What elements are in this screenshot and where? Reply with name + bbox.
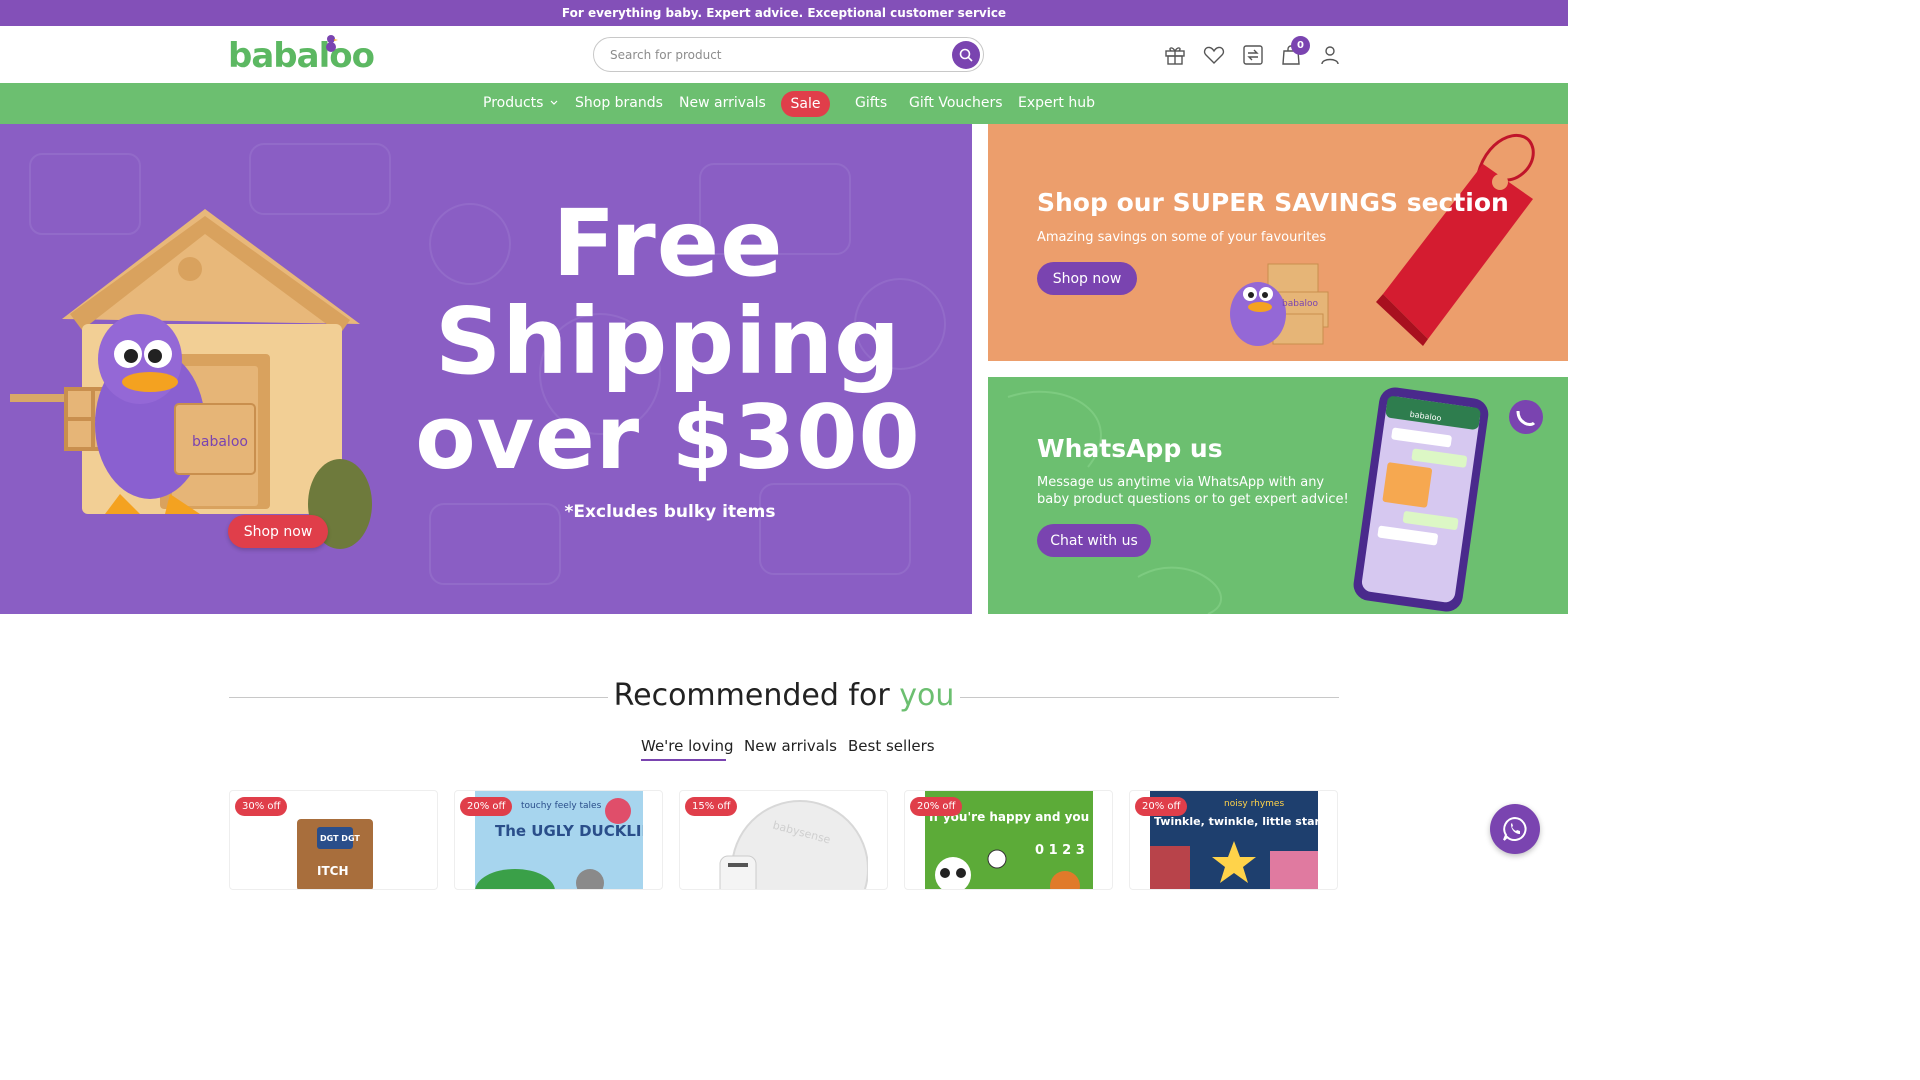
tab-new-arrivals[interactable]: New arrivals (744, 737, 837, 755)
divider-right (960, 697, 1339, 698)
whatsapp-chat-button[interactable] (1490, 804, 1540, 854)
whatsapp-subtitle: Message us anytime via WhatsApp with any… (1037, 475, 1349, 507)
discount-badge: 15% off (685, 797, 738, 816)
savings-shop-now-button[interactable]: Shop now (1037, 262, 1137, 295)
discount-badge: 20% off (910, 797, 963, 816)
box-label: babaloo (192, 434, 248, 450)
cart-count-badge: 0 (1291, 36, 1310, 55)
hero-shop-now-button[interactable]: Shop now (228, 515, 328, 548)
chevron-down-icon (550, 100, 558, 105)
hero-footnote: *Excludes bulky items (564, 502, 776, 522)
whatsapp-title: WhatsApp us (1037, 434, 1223, 463)
search-input[interactable] (610, 46, 930, 64)
whatsapp-icon (1503, 816, 1527, 841)
product-art-text: Twinkle, twinkle, little star (1154, 815, 1318, 828)
product-art-text: The UGLY DUCKLING (495, 822, 643, 840)
recommended-heading-main: Recommended for (613, 678, 890, 713)
hero-headline-line3: over $300 (415, 386, 921, 489)
discount-badge: 20% off (1135, 797, 1188, 816)
nav-gift-vouchers[interactable]: Gift Vouchers (909, 95, 1003, 111)
whatsapp-banner[interactable]: babaloo WhatsApp us Message us anytime v… (988, 377, 1568, 614)
free-shipping-banner[interactable]: babaloo Free Shipping over $300 *Exclude… (0, 124, 972, 614)
product-series-text: touchy feely tales (521, 801, 602, 811)
hero-headline-line2: Shipping (435, 288, 901, 395)
main-nav: Products Shop brands New arrivals Sale G… (0, 83, 1568, 124)
nav-gifts[interactable]: Gifts (855, 95, 887, 111)
product-art-text: ITCH (317, 864, 349, 878)
logo-bird-icon (326, 35, 338, 52)
nav-shop-brands[interactable]: Shop brands (575, 95, 663, 111)
search-button[interactable] (952, 41, 980, 69)
nav-sale[interactable]: Sale (781, 91, 830, 117)
product-brand-text: DGT DGT (320, 834, 360, 843)
recommended-heading: Recommended for you (608, 678, 960, 713)
chat-with-us-button[interactable]: Chat with us (1037, 524, 1151, 557)
savings-title: Shop our SUPER SAVINGS section (1037, 188, 1509, 217)
box-label: babaloo (1282, 299, 1318, 309)
heart-icon[interactable] (1202, 43, 1226, 67)
search-bar (593, 37, 984, 72)
nav-new-arrivals[interactable]: New arrivals (679, 95, 766, 111)
savings-subtitle: Amazing savings on some of your favourit… (1037, 230, 1327, 245)
announcement-text: For everything baby. Expert advice. Exce… (561, 6, 1007, 20)
product-series-text: noisy rhymes (1224, 799, 1284, 809)
nav-products[interactable]: Products (483, 95, 558, 111)
babaloo-logo[interactable]: babaloo (228, 35, 375, 76)
divider-left (229, 697, 608, 698)
active-tab-indicator (641, 759, 726, 761)
site-header: babaloo 0 (0, 26, 1568, 83)
hero-headline-line1: Free (552, 190, 784, 297)
super-savings-banner[interactable]: babaloo Shop our SUPER SAVINGS section A… (988, 124, 1568, 361)
nav-products-label: Products (483, 95, 544, 111)
discount-badge: 20% off (460, 797, 513, 816)
product-image: DGT DGT ITCH (297, 819, 373, 889)
cart-count: 0 (1297, 40, 1304, 51)
tab-best-sellers[interactable]: Best sellers (848, 737, 935, 755)
discount-badge: 30% off (235, 797, 288, 816)
duck-house-illustration: babaloo (10, 209, 372, 549)
announcement-bar: For everything baby. Expert advice. Exce… (0, 0, 1568, 26)
search-icon (959, 48, 973, 62)
nav-expert-hub[interactable]: Expert hub (1018, 95, 1095, 111)
logo-text: babaloo (228, 36, 375, 76)
product-numbers-text: 0 1 2 3 (1035, 843, 1085, 858)
recommended-heading-accent: you (899, 678, 955, 713)
compare-icon[interactable] (1241, 43, 1265, 67)
user-icon[interactable] (1318, 43, 1342, 67)
tab-were-loving[interactable]: We're loving (641, 737, 734, 755)
gift-icon[interactable] (1163, 43, 1187, 67)
